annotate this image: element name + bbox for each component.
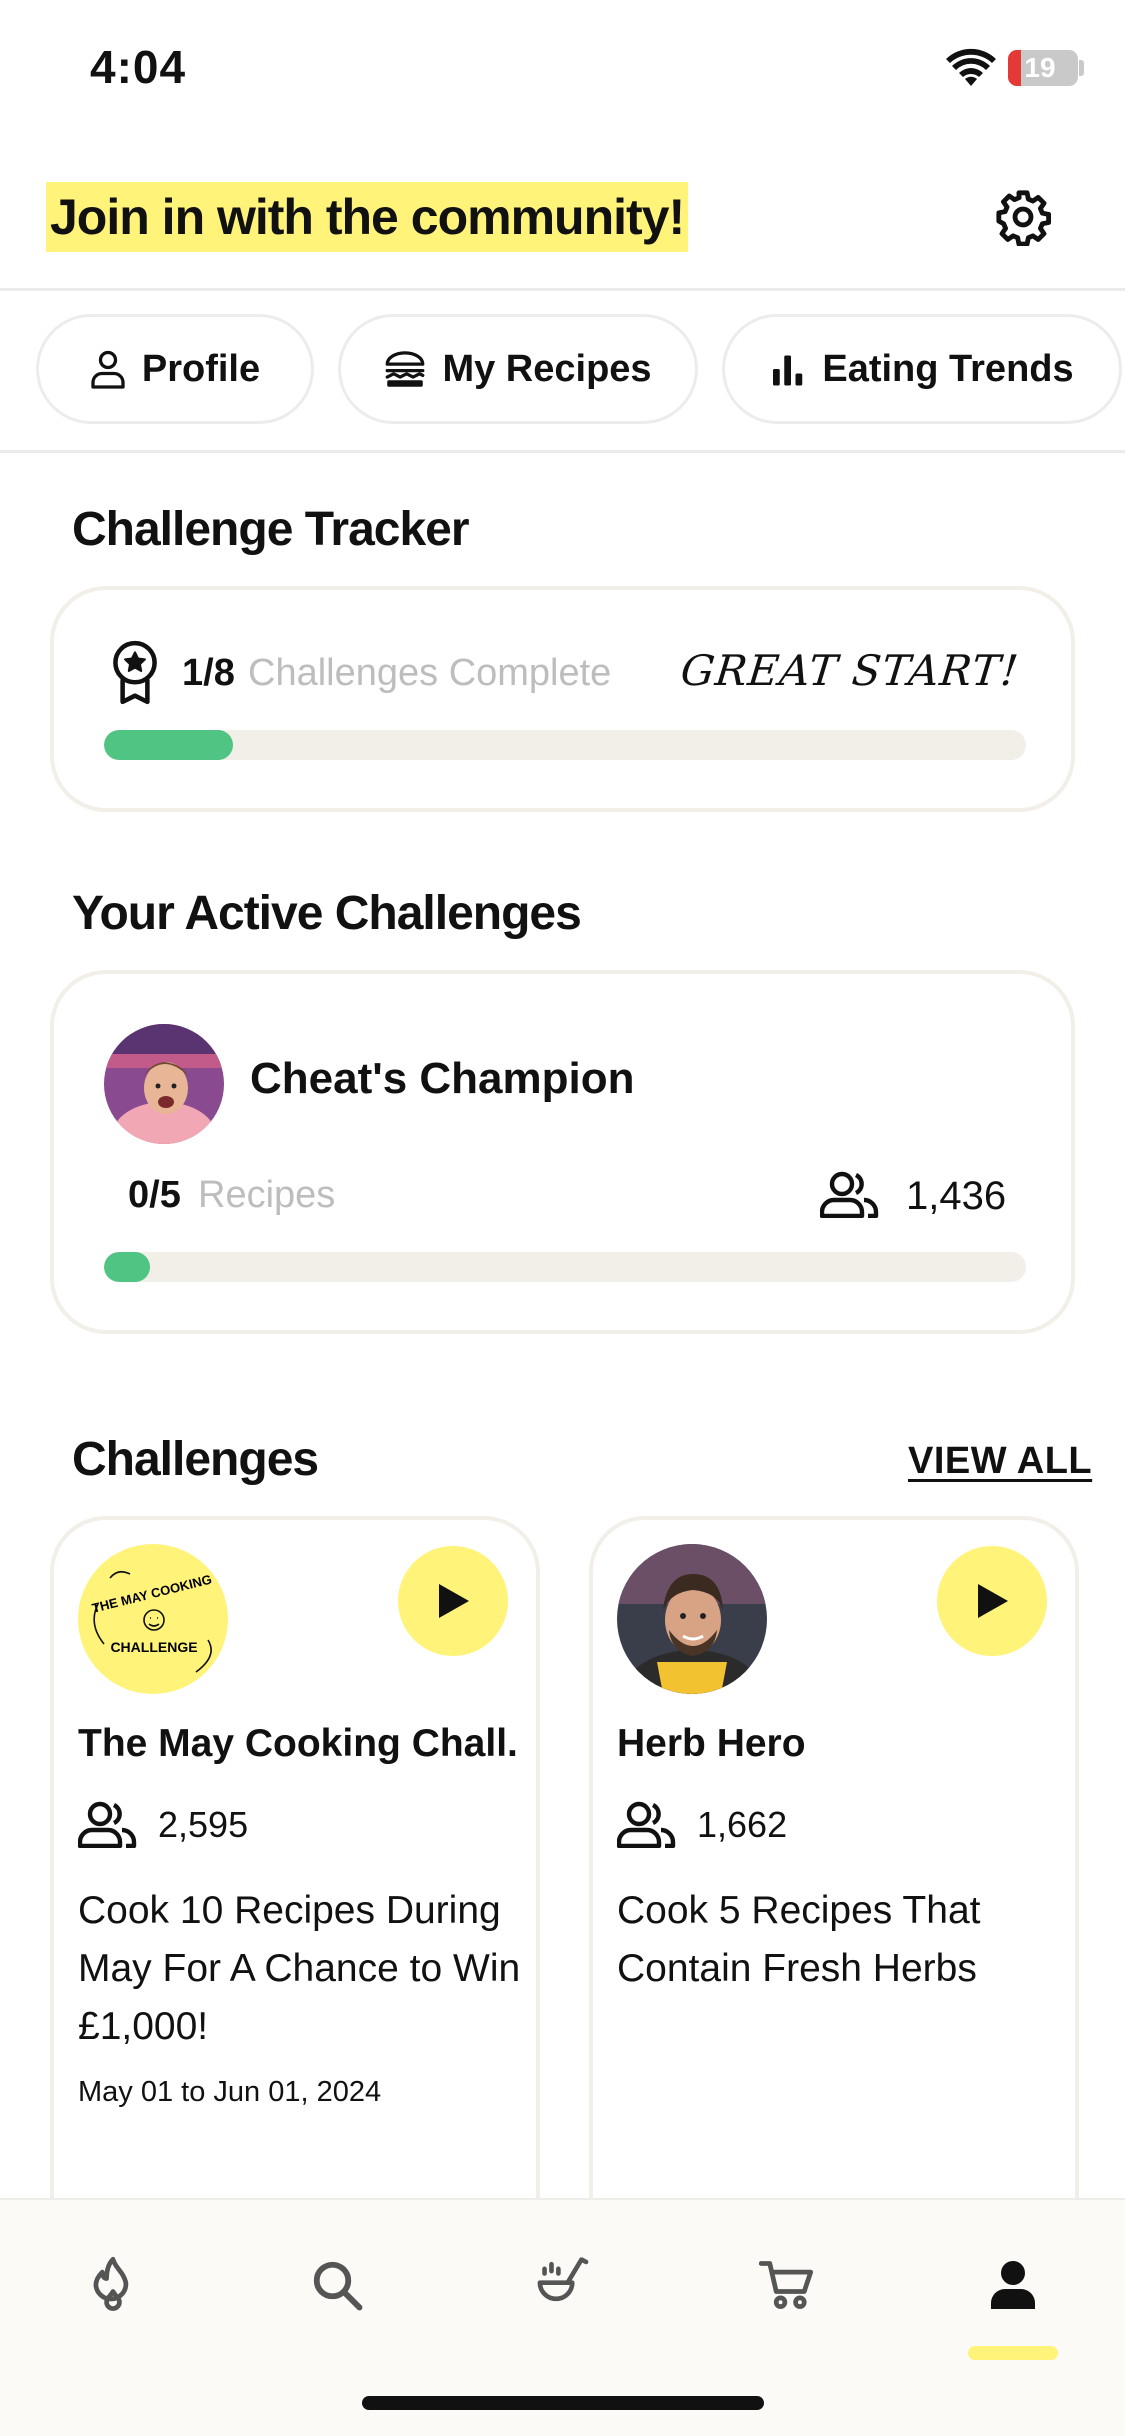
tracker-progress-fill — [104, 730, 234, 760]
profile-tabs: Profile My Recipes Eating Trends — [0, 312, 1125, 430]
tracker-progress-bar — [104, 730, 1026, 760]
active-progress-fill — [104, 1252, 151, 1282]
challenge-date: May 01 to Jun 01, 2024 — [78, 2076, 382, 2108]
section-title-tracker: Challenge Tracker — [72, 503, 470, 556]
battery-nub — [1079, 60, 1084, 76]
challenge-title: The May Cooking Chall... — [78, 1722, 518, 1765]
tab-eating-trends-label: Eating Trends — [822, 347, 1074, 390]
battery-icon: 19 — [1008, 50, 1078, 86]
challenge-members: 1,662 — [697, 1804, 788, 1845]
active-challenge-members: 1,436 — [906, 1174, 1007, 1218]
cart-icon — [759, 2261, 814, 2309]
tab-my-recipes-label: My Recipes — [442, 347, 652, 390]
active-progress-bar — [104, 1252, 1026, 1282]
nav-item-profile[interactable] — [968, 2240, 1058, 2330]
flame-icon — [93, 2256, 129, 2311]
challenge-tracker-card[interactable]: 1/8 Challenges Complete GREAT START! — [50, 586, 1075, 812]
challenge-avatar-herb-hero — [617, 1544, 767, 1694]
champion-avatar-image — [104, 1024, 224, 1144]
tab-profile-label: Profile — [141, 347, 261, 390]
challenge-description: Cook 5 Recipes That Contain Fresh Herbs — [617, 1889, 981, 1990]
tracker-label: Challenges Complete — [248, 652, 612, 694]
may-cooking-badge-image: THE MAY COOKING CHALLENGE — [78, 1544, 228, 1694]
tab-profile[interactable]: Profile — [36, 314, 314, 424]
section-title-active: Your Active Challenges — [72, 887, 582, 940]
wifi-icon — [946, 48, 996, 86]
challenge-members: 2,595 — [158, 1804, 249, 1845]
active-challenge-card[interactable]: Cheat's Champion 0/5 Recipes 1,436 — [50, 970, 1075, 1334]
settings-button[interactable] — [990, 184, 1056, 250]
nav-active-indicator — [968, 2346, 1058, 2360]
nav-item-trending[interactable] — [68, 2240, 158, 2330]
badge-bottom-text: CHALLENGE — [110, 1639, 197, 1655]
tracker-count: 1/8 — [182, 652, 235, 694]
avatar — [104, 1024, 224, 1144]
profile-icon — [991, 2261, 1035, 2309]
challenge-avatar-may-cooking: THE MAY COOKING CHALLENGE — [78, 1544, 228, 1694]
nav-item-search[interactable] — [292, 2240, 382, 2330]
people-icon — [820, 1171, 879, 1218]
active-challenge-name: Cheat's Champion — [250, 1054, 635, 1103]
burger-icon — [386, 351, 425, 387]
battery-level: 19 — [1024, 52, 1056, 83]
status-time: 4:04 — [90, 41, 187, 93]
people-icon — [617, 1801, 676, 1848]
challenge-card-herb-hero[interactable]: Herb Hero 1,662 Cook 5 Recipes That Cont… — [589, 1516, 1079, 2276]
tracker-praise: GREAT START! — [678, 646, 1022, 695]
gear-icon — [996, 190, 1052, 246]
people-icon — [78, 1801, 137, 1848]
tab-eating-trends[interactable]: Eating Trends — [722, 314, 1122, 424]
header-divider — [0, 288, 1125, 291]
challenge-card-may-cooking[interactable]: THE MAY COOKING CHALLENGE The May Cookin… — [50, 1516, 540, 2276]
section-title-challenges: Challenges — [72, 1433, 319, 1486]
play-button[interactable] — [937, 1546, 1047, 1656]
home-indicator — [362, 2396, 764, 2410]
herb-hero-avatar-image — [617, 1544, 767, 1694]
play-button[interactable] — [398, 1546, 508, 1656]
active-challenge-unit: Recipes — [198, 1174, 336, 1216]
challenge-description: Cook 10 Recipes During May For A Chance … — [78, 1889, 521, 2048]
challenge-title: Herb Hero — [617, 1722, 806, 1765]
tab-my-recipes[interactable]: My Recipes — [338, 314, 698, 424]
nav-item-cart[interactable] — [742, 2240, 832, 2330]
ladle-icon — [537, 2257, 589, 2302]
status-bar: 4:04 19 — [0, 0, 1125, 140]
bar-chart-icon — [773, 355, 803, 386]
person-icon — [91, 350, 125, 389]
play-icon — [439, 1584, 469, 1618]
play-icon — [978, 1584, 1008, 1618]
page-header: Join in with the community! — [0, 170, 1125, 290]
nav-item-cook[interactable] — [518, 2240, 608, 2330]
active-challenge-count: 0/5 — [128, 1174, 181, 1216]
tabs-divider — [0, 450, 1125, 453]
view-all-link[interactable]: VIEW ALL — [908, 1440, 1092, 1483]
page-title: Join in with the community! — [46, 182, 689, 252]
award-badge-icon — [113, 640, 157, 705]
search-icon — [313, 2261, 363, 2311]
